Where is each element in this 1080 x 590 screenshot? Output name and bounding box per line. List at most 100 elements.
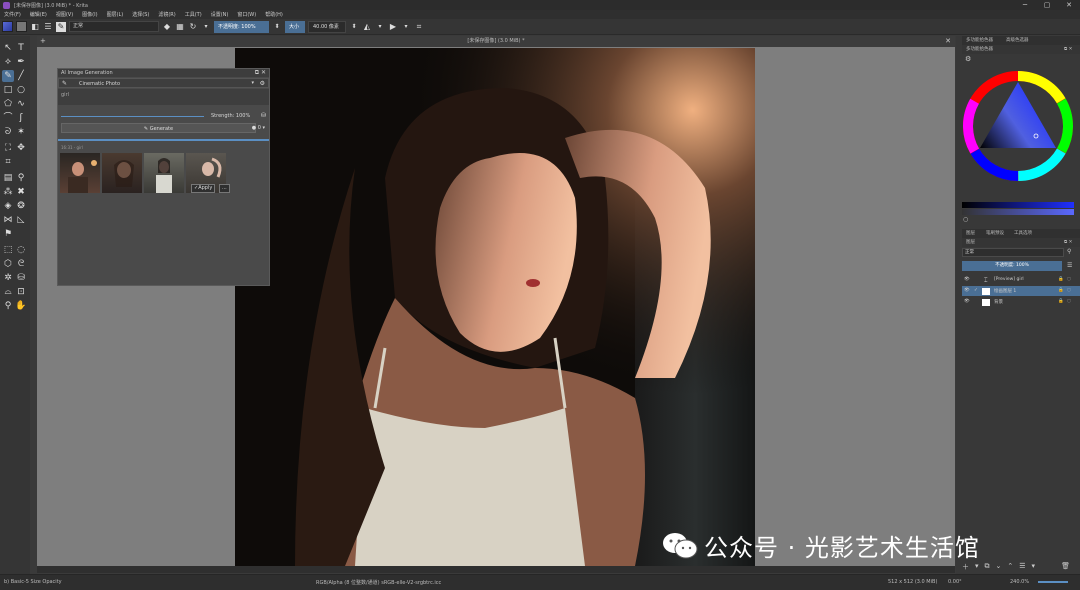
- calligraphy-tool-icon[interactable]: ✒: [15, 56, 27, 68]
- freehand-path-tool-icon[interactable]: ʃ: [15, 112, 27, 124]
- history-thumbnail-1[interactable]: [60, 153, 100, 193]
- layer-properties-icon[interactable]: ☰: [1019, 562, 1025, 572]
- delete-layer-icon[interactable]: 🗑: [1061, 562, 1070, 572]
- menu-image[interactable]: 图像(I): [82, 11, 97, 18]
- layer-row[interactable]: 👁 背景 🔒 ◌: [962, 297, 1080, 307]
- chevron-down-icon[interactable]: ▾: [1032, 562, 1036, 572]
- reload-preset-icon[interactable]: ↻: [188, 22, 198, 32]
- move-tool-icon[interactable]: ✥: [15, 142, 27, 154]
- current-brush[interactable]: b) Basic-5 Size Opacity: [4, 579, 62, 585]
- alpha-lock-icon[interactable]: ◌: [1067, 288, 1071, 293]
- value-slider[interactable]: [962, 202, 1074, 208]
- menu-tools[interactable]: 工具(T): [185, 11, 202, 18]
- more-button[interactable]: ...: [219, 184, 230, 193]
- polyline-tool-icon[interactable]: ∿: [15, 98, 27, 110]
- float-dock-icon[interactable]: ⧉ ✕: [1064, 239, 1072, 245]
- chevron-down-icon[interactable]: ▾: [975, 562, 979, 572]
- reference-images-tool-icon[interactable]: ⚑: [2, 228, 14, 240]
- gear-icon[interactable]: ⚙: [260, 80, 265, 87]
- bezier-selection-tool-icon[interactable]: ⌓: [2, 286, 14, 298]
- zoom-tool-icon[interactable]: ⚲: [2, 300, 14, 312]
- fill-tool-icon[interactable]: ◈: [2, 200, 14, 212]
- layer-row-selected[interactable]: 👁 ✓ 绘画图层 1 🔒 ◌: [962, 286, 1080, 296]
- select-shapes-tool-icon[interactable]: ↖: [2, 42, 14, 54]
- pattern-swatch[interactable]: [16, 21, 27, 32]
- eye-icon[interactable]: 👁: [964, 299, 970, 304]
- add-layer-icon[interactable]: ＋: [962, 562, 969, 572]
- freehand-selection-tool-icon[interactable]: ᘓ: [15, 258, 27, 270]
- blend-mode-select[interactable]: 正常: [69, 21, 159, 32]
- bezier-tool-icon[interactable]: ⌒: [2, 112, 14, 124]
- chevron-down-icon[interactable]: ▾: [201, 22, 211, 32]
- dynamic-brush-tool-icon[interactable]: ᘐ: [2, 126, 14, 138]
- opacity-slider[interactable]: 不透明度: 100%: [214, 20, 269, 33]
- strength-slider[interactable]: [61, 116, 204, 117]
- opacity-spin-icon[interactable]: ⬍: [272, 22, 282, 32]
- layer-opacity-slider[interactable]: 不透明度: 100%: [962, 261, 1062, 271]
- tab-layers[interactable]: 图层: [966, 230, 975, 236]
- color-settings-icon[interactable]: ⚙: [965, 55, 971, 63]
- menu-select[interactable]: 选择(S): [132, 11, 149, 18]
- lock-icon[interactable]: 🔒: [1058, 299, 1064, 304]
- eraser-mode-icon[interactable]: ◆: [162, 22, 172, 32]
- ellipse-tool-icon[interactable]: ○: [15, 84, 27, 96]
- similar-color-selection-tool-icon[interactable]: ⛁: [15, 272, 27, 284]
- history-thumbnail-2[interactable]: [102, 153, 142, 193]
- filter-icon[interactable]: ⚲: [1067, 248, 1071, 255]
- alpha-lock-icon[interactable]: ◌: [1067, 299, 1071, 304]
- lock-icon[interactable]: 🔒: [1058, 288, 1064, 293]
- rotation-info[interactable]: 0.00°: [948, 579, 962, 585]
- history-thumbnail-3[interactable]: [144, 153, 184, 193]
- mirror-vertical-icon[interactable]: ▶: [388, 22, 398, 32]
- gradient-tool-icon[interactable]: ▤: [2, 172, 14, 184]
- settings-icon[interactable]: ✎: [62, 80, 67, 87]
- polygonal-selection-tool-icon[interactable]: ⬡: [2, 258, 14, 270]
- generate-button[interactable]: ✎ Generate: [61, 123, 256, 133]
- smart-patch-tool-icon[interactable]: ⁂: [2, 186, 14, 198]
- preserve-alpha-icon[interactable]: ▦: [175, 22, 185, 32]
- move-up-icon[interactable]: ⌃: [1007, 562, 1013, 572]
- style-select[interactable]: ✎ Cinematic Photo ▾ ⚙: [58, 78, 269, 88]
- alpha-lock-icon[interactable]: ◌: [1067, 277, 1071, 282]
- menu-view[interactable]: 视图(V): [56, 11, 73, 18]
- close-document-icon[interactable]: ✕: [945, 36, 951, 47]
- close-window-button[interactable]: ✕: [1058, 0, 1080, 10]
- wrap-around-icon[interactable]: ⌗: [414, 22, 424, 32]
- zoom-level[interactable]: 240.0%: [1010, 579, 1029, 585]
- measure-tool-icon[interactable]: ◺: [15, 214, 27, 226]
- lock-icon[interactable]: 🔒: [1058, 277, 1064, 282]
- elliptical-selection-tool-icon[interactable]: ◌: [15, 244, 27, 256]
- horizontal-scrollbar[interactable]: [37, 566, 955, 573]
- tab-multi-color-selector[interactable]: 多功能拾色器: [966, 37, 993, 43]
- chevron-down-icon[interactable]: ▾: [375, 22, 385, 32]
- line-tool-icon[interactable]: ╱: [15, 70, 27, 82]
- color-picker-tool-icon[interactable]: ⚲: [15, 172, 27, 184]
- move-down-icon[interactable]: ⌄: [996, 562, 1002, 572]
- reset-color-icon[interactable]: ○: [963, 216, 968, 223]
- rectangle-tool-icon[interactable]: □: [2, 84, 14, 96]
- multibrush-tool-icon[interactable]: ✶: [15, 126, 27, 138]
- menu-window[interactable]: 窗口(W): [237, 11, 256, 18]
- edit-shapes-tool-icon[interactable]: ⟡: [2, 56, 14, 68]
- float-dock-icon[interactable]: ⧉ ✕: [1064, 46, 1072, 52]
- text-tool-icon[interactable]: T: [15, 42, 27, 54]
- contiguous-selection-tool-icon[interactable]: ✲: [2, 272, 14, 284]
- close-panel-icon[interactable]: ⧉ ✕: [255, 69, 266, 77]
- zoom-slider[interactable]: [1038, 581, 1068, 583]
- tab-tool-options[interactable]: 工具选项: [1014, 230, 1032, 236]
- maximize-button[interactable]: ▢: [1036, 0, 1058, 10]
- polygon-tool-icon[interactable]: ⬠: [2, 98, 14, 110]
- size-field[interactable]: 40.00 像素: [308, 20, 346, 33]
- layer-row[interactable]: 👁 ⌶ [Preview] girl 🔒 ◌: [962, 275, 1080, 285]
- prompt-input[interactable]: girl: [58, 89, 269, 105]
- foreground-background-color-icon[interactable]: ◧: [30, 22, 40, 32]
- menu-settings[interactable]: 设置(N): [211, 11, 229, 18]
- canvas-image[interactable]: [235, 48, 755, 566]
- chevron-down-icon[interactable]: ▾: [401, 22, 411, 32]
- colorize-mask-tool-icon[interactable]: ✖: [15, 186, 27, 198]
- apply-button[interactable]: ✓Apply: [191, 184, 216, 193]
- gradient-swatch[interactable]: [2, 21, 13, 32]
- tab-brush-presets[interactable]: 笔刷预设: [986, 230, 1004, 236]
- size-spin-icon[interactable]: ⬍: [349, 22, 359, 32]
- minimize-button[interactable]: ─: [1014, 0, 1036, 10]
